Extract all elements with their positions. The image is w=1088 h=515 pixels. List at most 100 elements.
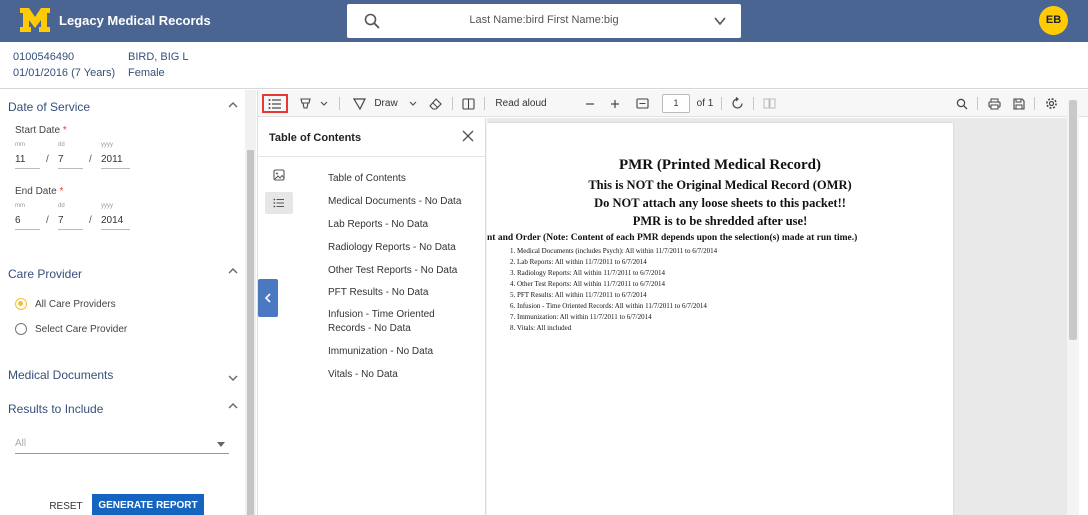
end-year-input[interactable]: 2014 (101, 215, 130, 230)
gear-icon[interactable] (1045, 97, 1058, 110)
content-list-item: 5. PFT Results: All within 11/7/2011 to … (510, 291, 647, 299)
eraser-icon[interactable] (428, 97, 442, 110)
fit-width-icon[interactable] (635, 98, 649, 109)
document-scrollbar[interactable] (1067, 100, 1079, 515)
settings-button[interactable] (1042, 90, 1060, 117)
scrollbar-thumb[interactable] (247, 150, 254, 515)
chevron-up-icon[interactable] (228, 401, 238, 411)
chevron-up-icon[interactable] (228, 100, 238, 110)
toc-divider (258, 156, 486, 157)
chevron-down-icon[interactable] (320, 101, 328, 107)
two-pages-icon[interactable] (763, 98, 776, 109)
reset-button[interactable]: RESET (44, 497, 88, 515)
list-icon[interactable] (273, 198, 285, 208)
draw-tool-button[interactable] (351, 90, 367, 117)
draw-options-button[interactable] (408, 90, 418, 117)
select-care-provider-radio[interactable] (15, 323, 27, 335)
start-day-input[interactable]: 7 (58, 154, 83, 169)
toolbar-divider (1034, 97, 1035, 110)
university-logo (20, 8, 50, 32)
save-button[interactable] (1010, 90, 1028, 117)
patient-banner: 0100546490 01/01/2016 (7 Years) BIRD, BI… (0, 42, 1088, 89)
filter-panel-scrollbar[interactable] (245, 90, 256, 515)
start-month-input[interactable]: 11 (15, 154, 40, 169)
content-order-note: nt and Order (Note: Content of each PMR … (487, 233, 858, 243)
results-to-include-heading[interactable]: Results to Include (8, 402, 103, 416)
zoom-in-button[interactable] (609, 90, 621, 117)
collapse-panel-button[interactable] (258, 279, 278, 317)
draw-icon[interactable] (352, 97, 366, 110)
top-bar: Legacy Medical Records Last Name:bird Fi… (0, 0, 1088, 42)
search-icon[interactable] (956, 98, 968, 110)
print-button[interactable] (985, 90, 1003, 117)
save-icon[interactable] (1013, 97, 1025, 110)
all-care-providers-radio[interactable] (15, 298, 27, 310)
all-care-providers-label[interactable]: All Care Providers (35, 299, 116, 310)
erase-button[interactable] (426, 90, 444, 117)
patient-search-box[interactable]: Last Name:bird First Name:big (347, 4, 741, 38)
toc-item[interactable]: Radiology Reports - No Data (328, 241, 468, 255)
end-day-input[interactable]: 7 (58, 215, 83, 230)
draw-label[interactable]: Draw (372, 90, 400, 117)
user-avatar[interactable]: EB (1039, 6, 1068, 35)
month-hint: mm (15, 142, 25, 148)
contents-tab[interactable] (265, 192, 293, 214)
toc-item[interactable]: Immunization - No Data (328, 345, 468, 359)
rotate-icon[interactable] (731, 97, 744, 110)
year-hint: yyyy (101, 203, 113, 209)
page-view-button[interactable] (459, 90, 477, 117)
start-date-label-text: Start Date (15, 125, 61, 136)
close-icon[interactable] (462, 130, 474, 142)
minus-icon[interactable] (585, 99, 595, 109)
list-icon[interactable] (268, 98, 282, 110)
content-list-item: 1. Medical Documents (includes Psych): A… (510, 247, 718, 255)
toc-item[interactable]: Lab Reports - No Data (328, 218, 468, 232)
page-number-input[interactable]: 1 (662, 94, 690, 113)
toc-item[interactable]: Medical Documents - No Data (328, 195, 468, 209)
printer-icon[interactable] (987, 98, 1001, 110)
medical-documents-heading[interactable]: Medical Documents (8, 368, 113, 382)
book-view-icon[interactable] (461, 97, 475, 110)
scrollbar-thumb[interactable] (1069, 100, 1077, 340)
content-list-item: 4. Other Test Reports: All within 11/7/2… (510, 280, 665, 288)
highlighter-icon[interactable] (299, 97, 312, 110)
fit-page-button[interactable] (633, 90, 651, 117)
toc-item[interactable]: Other Test Reports - No Data (328, 264, 468, 278)
chevron-down-icon[interactable] (713, 14, 727, 28)
search-query-text[interactable]: Last Name:bird First Name:big (417, 14, 671, 26)
toolbar-divider (452, 97, 453, 110)
read-aloud-button[interactable]: Read aloud (493, 90, 549, 117)
toc-item[interactable]: Table of Contents (328, 172, 468, 186)
highlight-button[interactable] (296, 90, 314, 117)
chevron-left-icon[interactable] (264, 293, 272, 303)
table-of-contents-button[interactable] (262, 94, 288, 113)
month-hint: mm (15, 203, 25, 209)
toc-panel-title: Table of Contents (269, 132, 362, 144)
thumbnails-tab[interactable] (265, 164, 293, 186)
rotate-button[interactable] (728, 90, 746, 117)
two-page-view-button[interactable] (760, 90, 778, 117)
select-care-provider-label[interactable]: Select Care Provider (35, 324, 127, 335)
start-year-input[interactable]: 2011 (101, 154, 130, 169)
results-select-value[interactable]: All (15, 438, 26, 449)
care-provider-heading[interactable]: Care Provider (8, 267, 82, 281)
results-to-include-select[interactable]: All (15, 438, 229, 454)
toc-item[interactable]: Infusion - Time Oriented Records - No Da… (328, 308, 448, 336)
dropdown-caret-icon[interactable] (217, 442, 225, 447)
plus-icon[interactable] (610, 99, 620, 109)
chevron-down-icon[interactable] (409, 101, 417, 107)
find-button[interactable] (953, 90, 971, 117)
chevron-down-icon[interactable] (228, 373, 238, 383)
highlight-options-button[interactable] (319, 90, 329, 117)
search-icon[interactable] (363, 12, 381, 30)
date-of-service-heading[interactable]: Date of Service (8, 100, 90, 114)
toc-item[interactable]: PFT Results - No Data (328, 286, 468, 300)
pdf-page: PMR (Printed Medical Record) This is NOT… (487, 123, 953, 515)
end-month-input[interactable]: 6 (15, 215, 40, 230)
generate-report-button[interactable]: GENERATE REPORT (92, 494, 204, 515)
image-icon[interactable] (273, 169, 285, 181)
day-hint: dd (58, 203, 65, 209)
chevron-up-icon[interactable] (228, 266, 238, 276)
toc-item[interactable]: Vitals - No Data (328, 368, 468, 382)
zoom-out-button[interactable] (584, 90, 596, 117)
